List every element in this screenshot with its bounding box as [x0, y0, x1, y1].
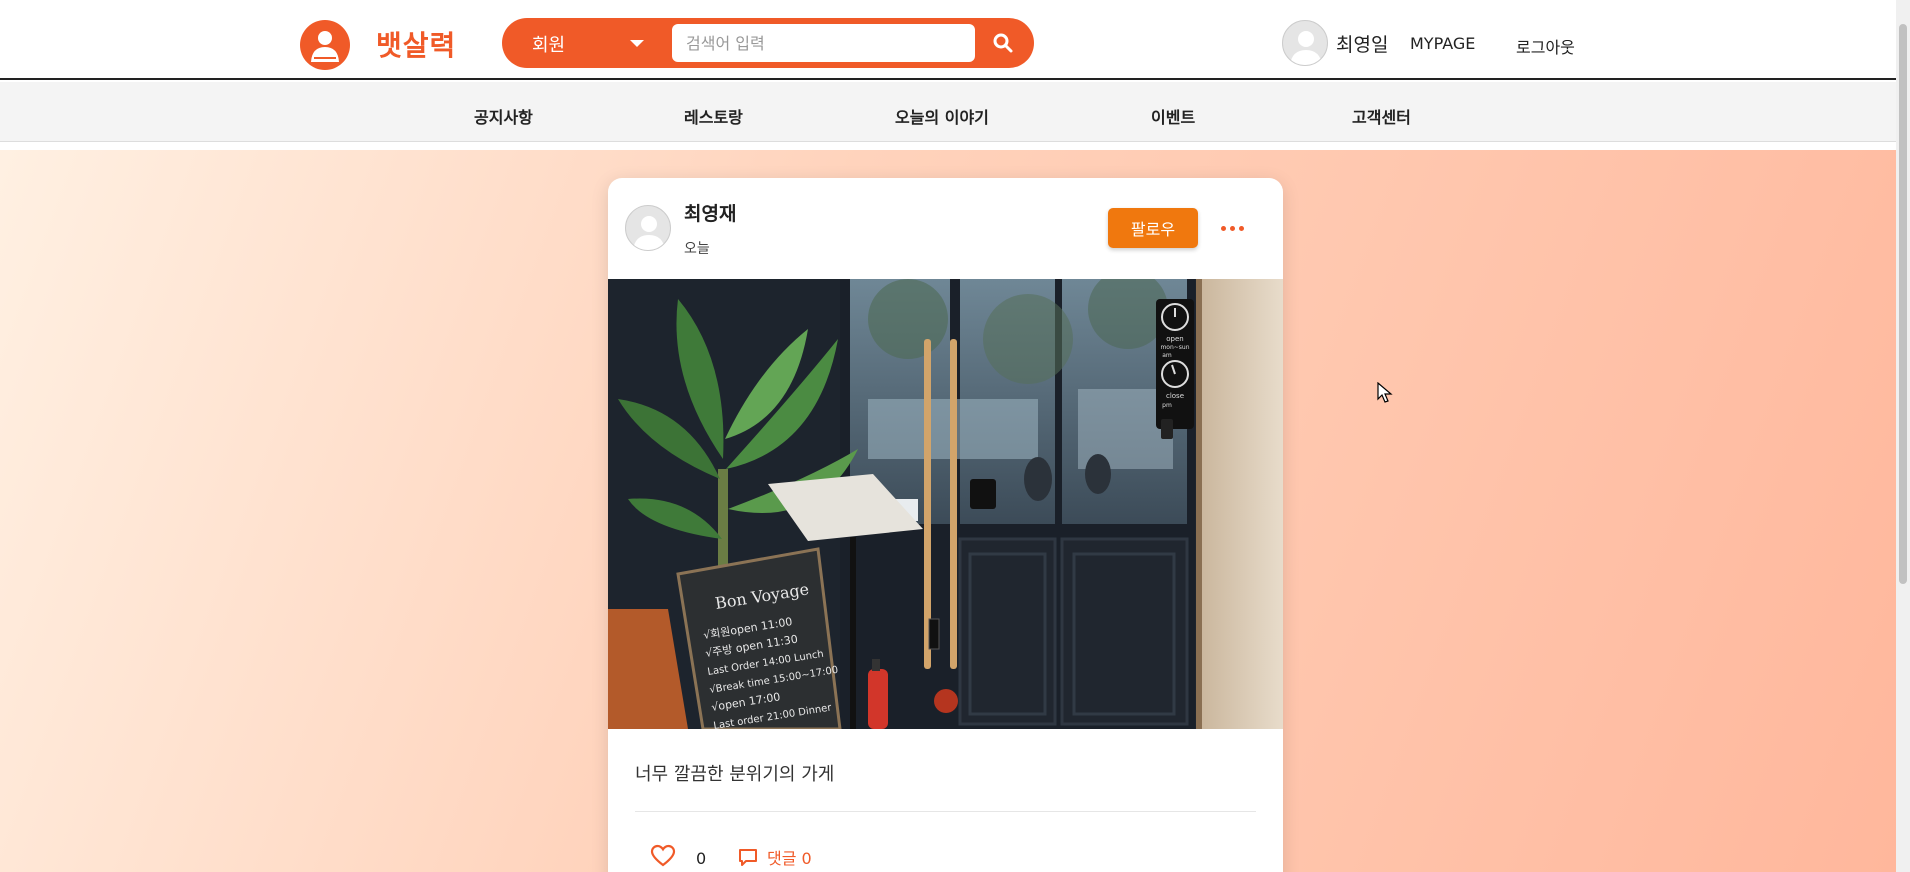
- user-avatar[interactable]: [1282, 20, 1328, 66]
- comment-count-label: 댓글 0: [767, 849, 812, 868]
- site-header: 뱃살력 회원 최영일 MYPAGE 로그아웃: [0, 0, 1896, 80]
- logout-link[interactable]: 로그아웃: [1516, 34, 1575, 58]
- search-button[interactable]: [980, 24, 1026, 62]
- follow-button[interactable]: 팔로우: [1108, 208, 1198, 248]
- hours-am-label: am: [1162, 352, 1172, 359]
- like-button[interactable]: [648, 844, 678, 870]
- hours-close-label: close: [1166, 392, 1184, 400]
- post-card: 최영재 오늘 팔로우 open mon~sun am close pm Bon …: [608, 178, 1283, 872]
- caret-down-icon: [630, 40, 644, 47]
- post-photo[interactable]: open mon~sun am close pm Bon Voyage √회원o…: [608, 279, 1283, 729]
- mypage-link[interactable]: MYPAGE: [1410, 34, 1475, 53]
- hours-open-label: open: [1166, 335, 1183, 343]
- more-options-button[interactable]: [1218, 216, 1248, 240]
- heart-icon: [650, 844, 676, 867]
- main-nav: 공지사항 레스토랑 오늘의 이야기 이벤트 고객센터: [0, 82, 1896, 142]
- nav-item-today-story[interactable]: 오늘의 이야기: [895, 104, 989, 128]
- post-divider: [635, 811, 1256, 812]
- search-input[interactable]: [672, 24, 975, 62]
- hours-days-label: mon~sun: [1160, 344, 1189, 351]
- nav-item-notice[interactable]: 공지사항: [474, 104, 533, 128]
- hours-pm-label: pm: [1162, 402, 1172, 409]
- post-author-name[interactable]: 최영재: [684, 199, 736, 226]
- comment-icon: [739, 849, 757, 866]
- user-name: 최영일: [1336, 34, 1389, 56]
- search-category-value: 회원: [532, 35, 566, 56]
- nav-item-customer-center[interactable]: 고객센터: [1352, 104, 1411, 128]
- nav-item-event[interactable]: 이벤트: [1151, 104, 1195, 128]
- scrollbar-thumb[interactable]: [1899, 24, 1907, 584]
- logo-text[interactable]: 뱃살력: [376, 24, 456, 64]
- feed-area: 최영재 오늘 팔로우 open mon~sun am close pm Bon …: [0, 150, 1896, 872]
- search-bar: 회원: [502, 18, 1034, 68]
- like-count: 0: [696, 849, 707, 868]
- page-scrollbar[interactable]: [1896, 0, 1910, 872]
- nav-item-restaurant[interactable]: 레스토랑: [684, 104, 743, 128]
- search-category-select[interactable]: 회원: [502, 18, 670, 68]
- search-icon: [993, 33, 1013, 53]
- post-time: 오늘: [684, 241, 710, 257]
- comment-button[interactable]: 댓글 0: [738, 844, 812, 870]
- post-author-avatar[interactable]: [625, 205, 671, 251]
- mouse-cursor-icon: [1377, 382, 1393, 403]
- post-text: 너무 깔끔한 분위기의 가게: [635, 764, 835, 785]
- logo-icon[interactable]: [300, 20, 350, 70]
